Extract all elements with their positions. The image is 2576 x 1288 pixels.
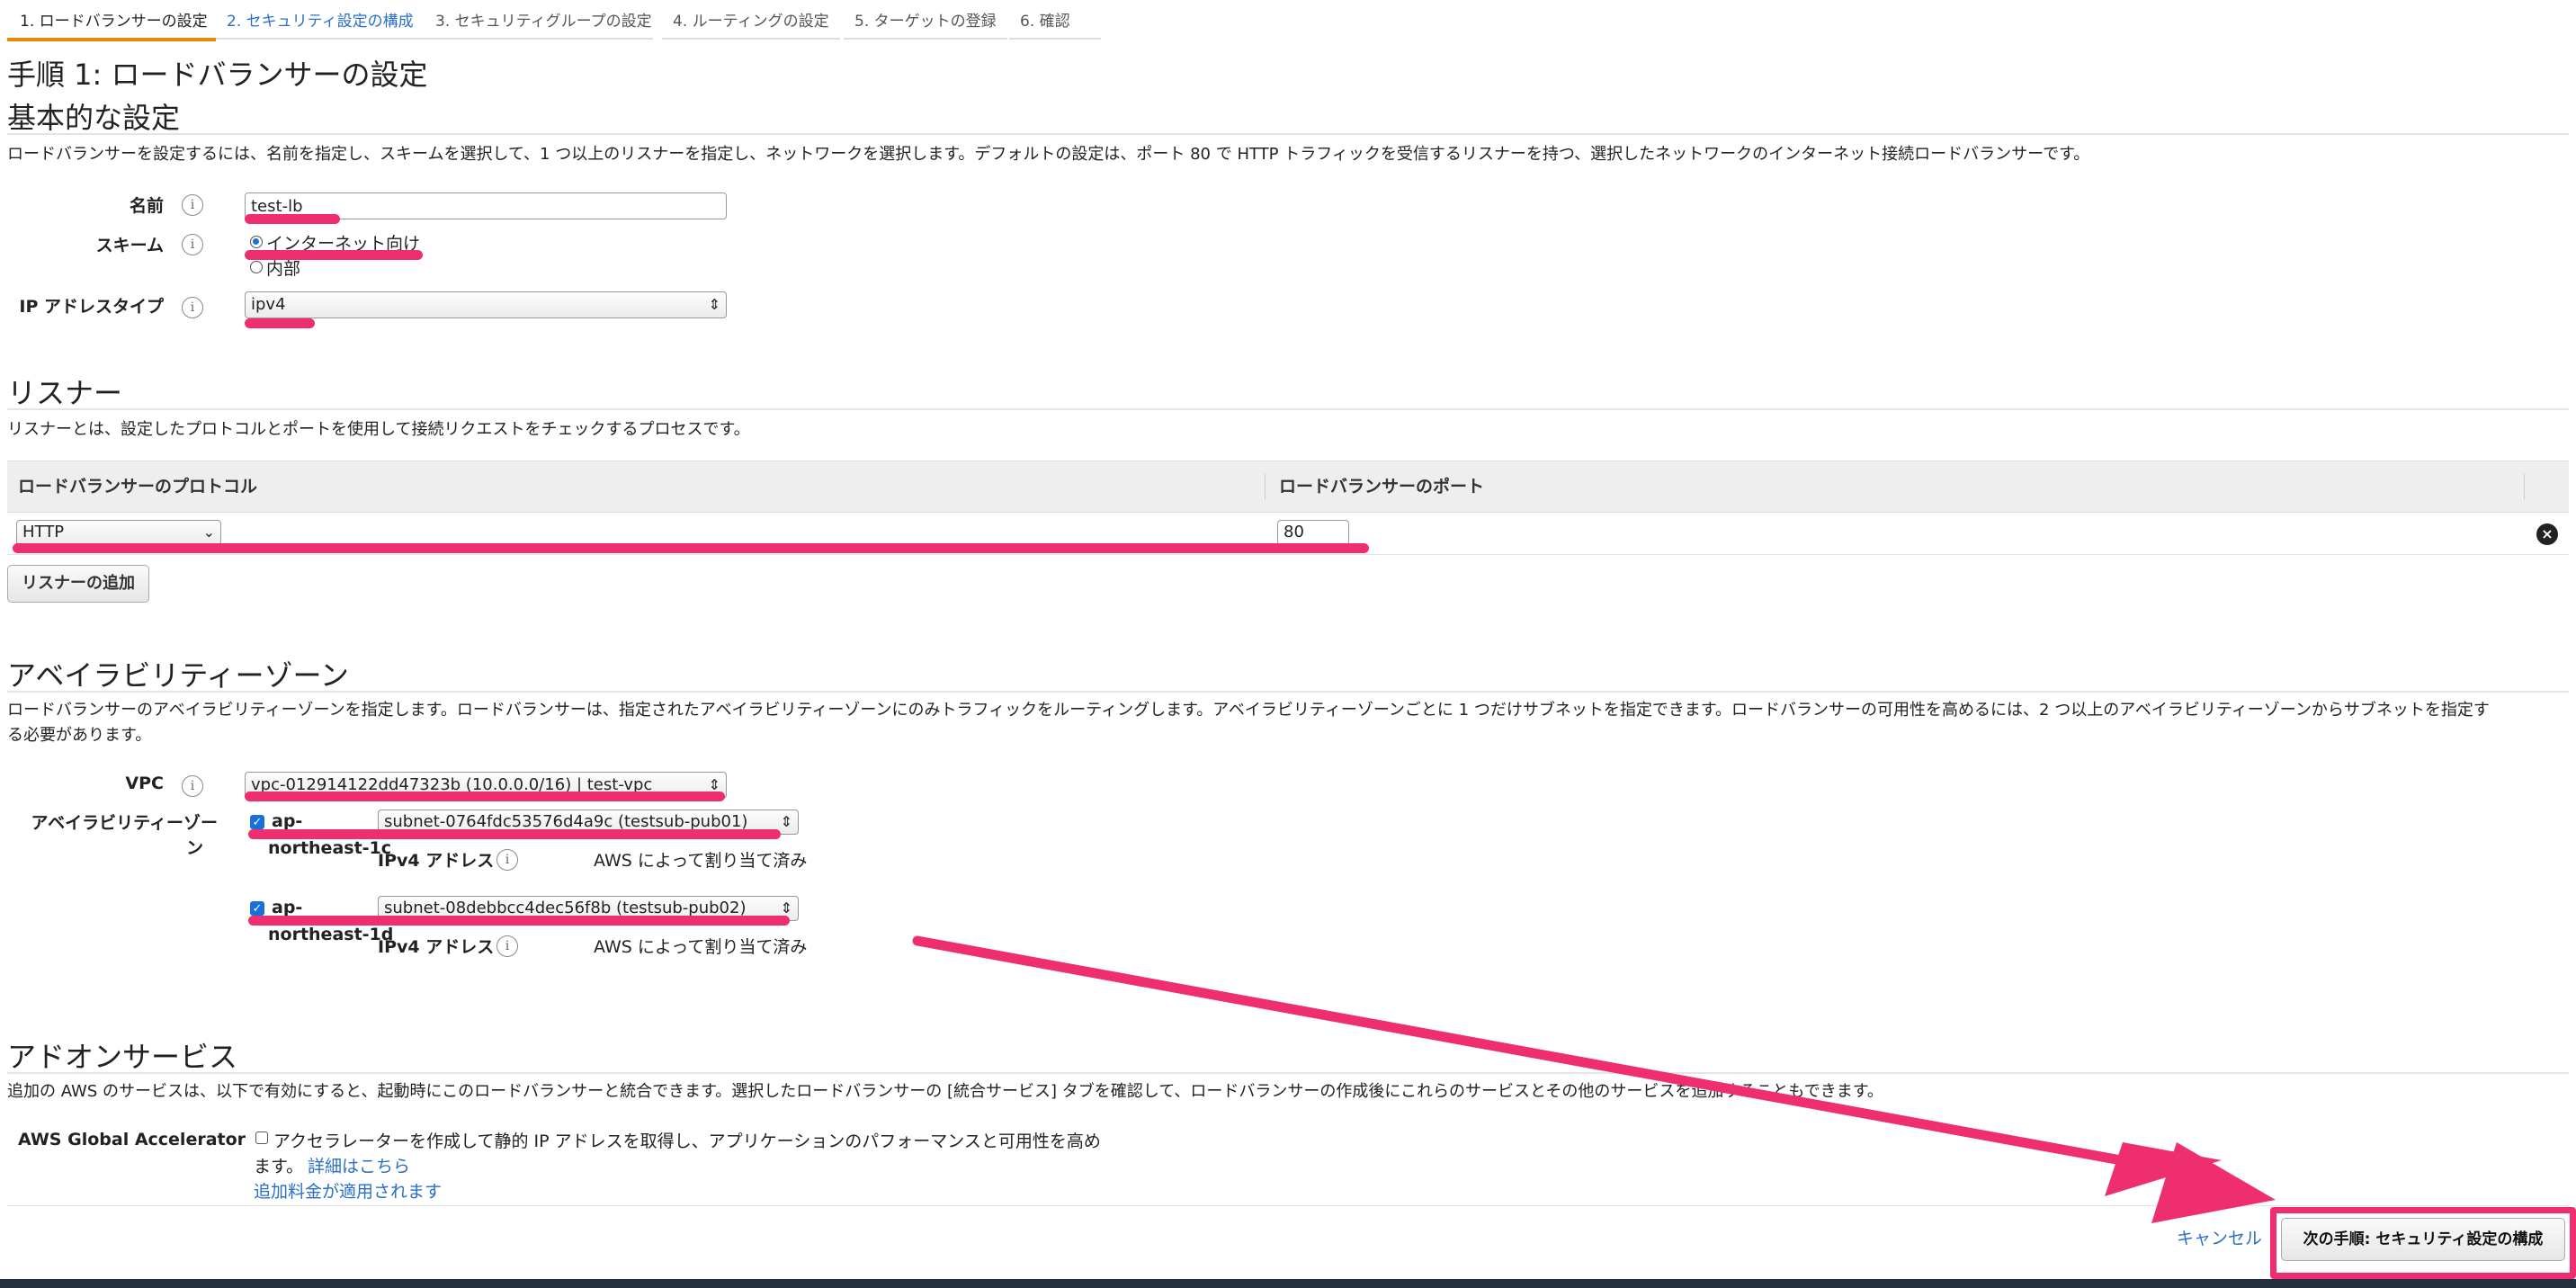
next-step-button[interactable]: 次の手順: セキュリティ設定の構成 bbox=[2281, 1218, 2565, 1261]
annotation-arrow-shaft bbox=[912, 935, 2225, 1184]
annotation-arrow bbox=[912, 935, 2276, 1223]
cancel-link[interactable]: キャンセル bbox=[2177, 1225, 2262, 1249]
console-footer-bar bbox=[0, 1279, 2576, 1288]
